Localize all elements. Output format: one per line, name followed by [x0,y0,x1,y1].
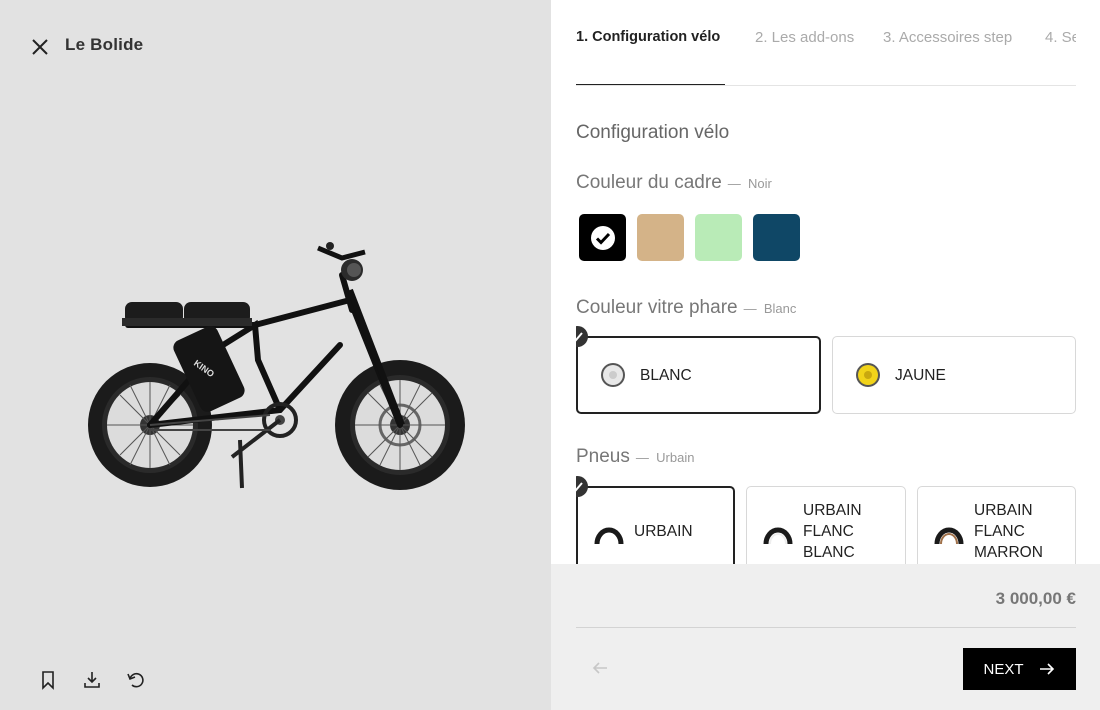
headlight-lens-icon [856,363,880,387]
footer-divider [576,627,1076,628]
tire-icon [594,527,624,545]
tire-icon [763,527,793,545]
tires-selected: Urbain [656,450,695,465]
headlight-option-blanc[interactable]: BLANC [576,336,821,414]
tire-option-urbain-flanc-blanc[interactable]: URBAIN FLANC BLANC [746,486,906,564]
tire-option-urbain[interactable]: URBAIN [576,486,735,564]
check-circle-icon [590,225,615,250]
frame-color-selected: Noir [748,176,772,191]
tires-separator: — [635,450,649,465]
frame-color-separator: — [727,176,741,191]
next-button[interactable]: NEXT [963,648,1076,690]
reset-button[interactable] [124,668,148,692]
tire-option-label: URBAIN FLANC MARRON [974,501,1043,561]
step-tabs: 1. Configuration vélo 2. Les add-ons 3. … [576,0,1076,86]
download-icon [84,672,100,688]
headlight-option-label: BLANC [640,366,692,384]
headlight-selected: Blanc [763,301,797,316]
swatch-beige[interactable] [637,214,684,261]
tab-add-ons[interactable]: 2. Les add-ons [755,29,854,46]
swatch-noir[interactable] [579,214,626,261]
frame-color-heading: Couleur du cadre — Noir [576,172,772,194]
total-price: 3 000,00 € [995,589,1076,608]
tire-icon [934,527,964,545]
product-preview-panel: Le Bolide KINO [0,0,551,710]
swatch-vert[interactable] [695,214,742,261]
swatch-bleu[interactable] [753,214,800,261]
close-icon [32,39,48,55]
summary-footer: 3 000,00 € NEXT [551,564,1100,710]
tab-configuration-velo[interactable]: 1. Configuration vélo [576,29,720,45]
headlight-label: Couleur vitre phare [576,297,738,318]
tab-step-4[interactable]: 4. Se [1045,29,1076,46]
section-title: Configuration vélo [576,122,730,143]
check-icon [576,482,583,492]
check-icon [576,332,583,342]
bike-image: KINO [88,242,465,490]
tire-option-urbain-flanc-marron[interactable]: URBAIN FLANC MARRON [917,486,1076,564]
download-button[interactable] [80,668,104,692]
headlight-lens-icon [601,363,625,387]
frame-color-swatches [579,214,800,261]
product-name: Le Bolide [65,35,144,54]
next-button-label: NEXT [983,660,1024,678]
bookmark-icon [42,671,54,690]
tire-option-label: URBAIN [634,522,693,540]
preview-toolbar [36,668,148,692]
tire-option-label: URBAIN FLANC BLANC [803,501,862,561]
headlight-heading: Couleur vitre phare — Blanc [576,297,796,319]
options-scroll-area[interactable]: Configuration vélo Couleur du cadre — Noi… [576,86,1076,564]
arrow-right-icon [1039,663,1054,675]
tab-accessoires[interactable]: 3. Accessoires step [883,29,1012,46]
frame-color-label: Couleur du cadre [576,172,722,193]
headlight-separator: — [743,301,757,316]
bookmark-button[interactable] [36,668,60,692]
reset-icon [127,672,144,688]
tires-label: Pneus [576,446,630,467]
tires-heading: Pneus — Urbain [576,446,694,468]
headlight-option-jaune[interactable]: JAUNE [832,336,1076,414]
arrow-left-icon [592,662,607,674]
previous-button[interactable] [589,657,611,679]
close-button[interactable] [28,35,52,59]
headlight-option-label: JAUNE [895,366,946,384]
